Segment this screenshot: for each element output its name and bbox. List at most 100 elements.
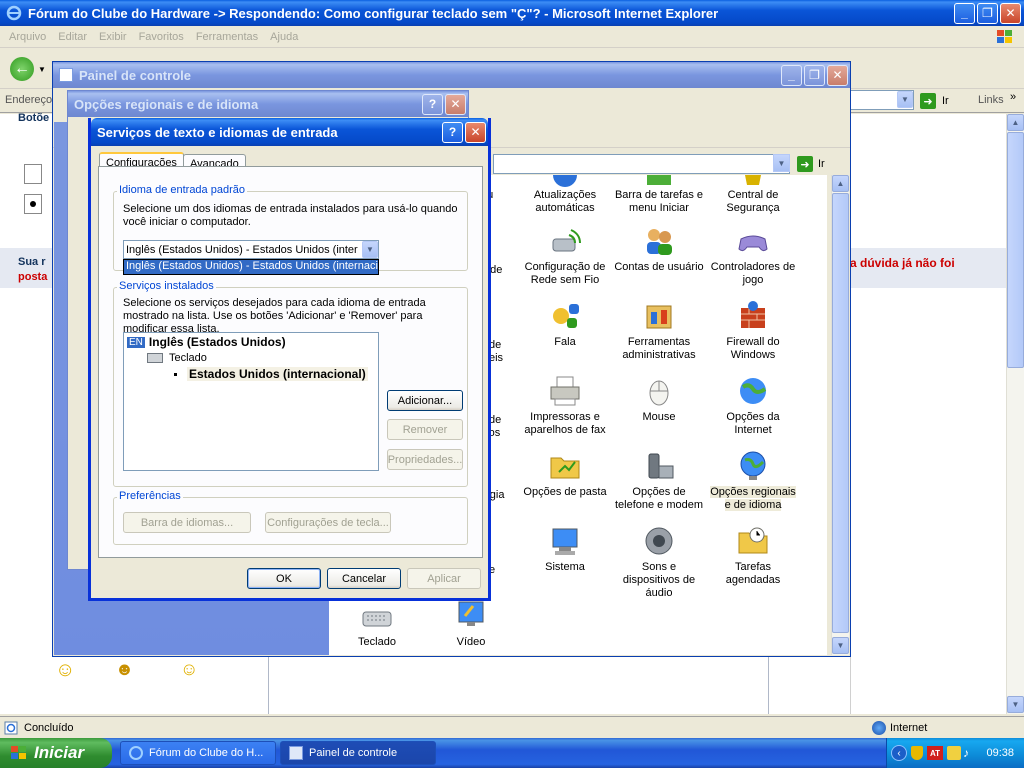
cp-item-tarefas-agendadas[interactable]: Tarefas agendadas [707,525,799,587]
cp-item-opcoes-pasta[interactable]: Opções de pasta [519,450,611,499]
regional-options-title-bar[interactable]: Opções regionais e de idioma ? ✕ [68,91,468,117]
cp-item-fala[interactable]: Fala [519,300,611,349]
ie-app-icon [6,5,22,21]
menu-exibir[interactable]: Exibir [93,31,133,43]
ie-close-button[interactable]: ✕ [1000,2,1021,24]
cp-item-sistema[interactable]: Sistema [519,525,611,574]
ok-button[interactable]: OK [247,568,321,589]
start-button[interactable]: Iniciar [0,738,112,768]
cp-address-dropdown-icon[interactable]: ▼ [773,154,790,172]
radio-option-2[interactable] [24,194,42,214]
cp-item-ferramentas-admin[interactable]: Ferramentas administrativas [613,300,705,362]
go-label: Ir [942,95,949,107]
tray-shield-icon[interactable] [911,746,923,760]
ie-vertical-scrollbar[interactable]: ▲ ▼ [1006,114,1024,714]
page-fragment-posta: posta [18,271,48,283]
smiley-robot-icon[interactable]: ☻ [115,659,134,680]
address-dropdown-icon[interactable]: ▼ [897,91,913,108]
keyboard-category-item[interactable]: Teclado [147,352,207,364]
links-label[interactable]: Links [978,94,1004,106]
default-language-dropdown-list[interactable]: Inglês (Estados Unidos) - Estados Unidos… [123,259,379,275]
properties-button[interactable]: Propriedades... [387,449,463,470]
cp-item-video[interactable]: Vídeo [425,600,517,649]
dropdown-option-selected[interactable]: Inglês (Estados Unidos) - Estados Unidos… [124,260,378,274]
cp-item-sons-audio[interactable]: Sons e dispositivos de áudio [613,525,705,600]
taskbar-item-control-panel[interactable]: Painel de controle [280,741,436,765]
tray-antivirus-icon[interactable]: AT [927,746,943,760]
ie-scroll-down-icon[interactable]: ▼ [1007,696,1024,713]
regional-options-title: Opções regionais e de idioma [74,96,259,112]
cp-item-mouse[interactable]: Mouse [613,375,705,424]
cp-item-telefone-modem[interactable]: Opções de telefone e modem [613,450,705,512]
cp-item-atualizacoes[interactable]: Atualizações automáticas [519,163,611,215]
cp-scroll-up-icon[interactable]: ▲ [832,175,849,192]
cp-item-rede-sem-fio[interactable]: Configuração de Rede sem Fio [519,225,611,287]
cp-item-central-seguranca[interactable]: Central de Segurança [707,175,799,215]
back-icon[interactable]: ← [10,57,34,81]
menu-arquivo[interactable]: Arquivo [3,31,52,43]
cp-minimize-button[interactable]: _ [781,64,802,86]
cp-item-teclado[interactable]: Teclado [331,600,423,649]
cancel-button[interactable]: Cancelar [327,568,401,589]
installed-services-list[interactable]: EN Inglês (Estados Unidos) Teclado Estad… [123,332,379,471]
key-settings-button[interactable]: Configurações de tecla... [265,512,391,533]
links-chevron-icon[interactable]: » [1010,91,1016,103]
configuracoes-tab-panel: Idioma de entrada padrão Selecione um do… [98,166,483,558]
remove-button[interactable]: Remover [387,419,463,440]
keyboard-small-icon [147,353,163,363]
menu-ajuda[interactable]: Ajuda [264,31,304,43]
menu-ferramentas[interactable]: Ferramentas [190,31,264,43]
tray-clock[interactable]: 09:38 [986,747,1014,759]
cp-maximize-button[interactable]: ❐ [804,64,825,86]
cp-item-opcoes-internet[interactable]: Opções da Internet [707,375,799,437]
language-bar-button[interactable]: Barra de idiomas... [123,512,251,533]
cp-item-contas-usuario[interactable]: Contas de usuário [613,225,705,274]
radio-option-1[interactable] [24,164,42,184]
smiley-icon[interactable]: ☺ [55,659,75,682]
system-tray: ‹ AT ♪ 09:38 [886,738,1024,768]
taskbar-item-ie[interactable]: Fórum do Clube do H... [120,741,276,765]
ie-scroll-thumb[interactable] [1007,132,1024,368]
cp-close-button[interactable]: ✕ [827,64,848,86]
cp-item-barra-tarefas[interactable]: Barra de tarefas e menu Iniciar [613,175,705,215]
menu-editar[interactable]: Editar [52,31,93,43]
regional-close-button[interactable]: ✕ [445,93,466,115]
cp-vertical-scrollbar[interactable]: ▲ ▼ [831,175,849,655]
text-services-close-button[interactable]: ✕ [465,121,486,143]
menu-favoritos[interactable]: Favoritos [133,31,190,43]
back-dropdown-icon[interactable]: ▼ [38,65,46,74]
keyboard-layout-item[interactable]: Estados Unidos (internacional) [174,367,368,381]
display-icon [455,600,487,632]
text-services-help-button[interactable]: ? [442,121,463,143]
tray-network-icon[interactable] [947,746,961,760]
add-button[interactable]: Adicionar... [387,390,463,411]
cp-item-firewall[interactable]: Firewall do Windows [707,300,799,362]
tray-back-icon[interactable]: ‹ [891,745,907,761]
windows-update-icon [549,163,581,189]
ie-go-button[interactable]: ➜ Ir [920,91,949,111]
ie-minimize-button[interactable]: _ [954,2,975,24]
cp-scroll-down-icon[interactable]: ▼ [832,637,849,654]
globe-icon [737,450,769,482]
default-language-select[interactable]: Inglês (Estados Unidos) - Estados Unidos… [123,240,379,259]
ie-scroll-up-icon[interactable]: ▲ [1007,114,1024,131]
ie-title-bar[interactable]: Fórum do Clube do Hardware -> Respondend… [0,0,1024,26]
cp-item-opcoes-regionais[interactable]: Opções regionais e de idioma [707,450,799,512]
cp-item-controladores-jogo[interactable]: Controladores de jogo [707,225,799,287]
cp-item-impressoras[interactable]: Impressoras e aparelhos de fax [519,375,611,437]
tray-volume-icon[interactable]: ♪ [963,746,969,760]
regional-help-button[interactable]: ? [422,93,443,115]
apply-button[interactable]: Aplicar [407,568,481,589]
smiley-small-icon[interactable]: ☺ [180,659,198,680]
default-language-dropdown-icon[interactable]: ▼ [362,241,378,258]
cp-address-input[interactable] [493,154,790,174]
cp-scroll-thumb[interactable] [832,193,849,633]
control-panel-title-bar[interactable]: Painel de controle _ ❐ ✕ [53,62,850,88]
language-list-item[interactable]: EN Inglês (Estados Unidos) [127,335,286,349]
installed-services-description: Selecione os serviços desejados para cad… [123,297,426,335]
phone-icon [643,450,675,482]
text-services-title-bar[interactable]: Serviços de texto e idiomas de entrada ?… [91,118,488,146]
cp-go-button[interactable]: ➜ Ir [797,154,825,174]
dropdown-option-label: Inglês (Estados Unidos) - Estados Unidos… [126,260,378,272]
ie-maximize-button[interactable]: ❐ [977,2,998,24]
